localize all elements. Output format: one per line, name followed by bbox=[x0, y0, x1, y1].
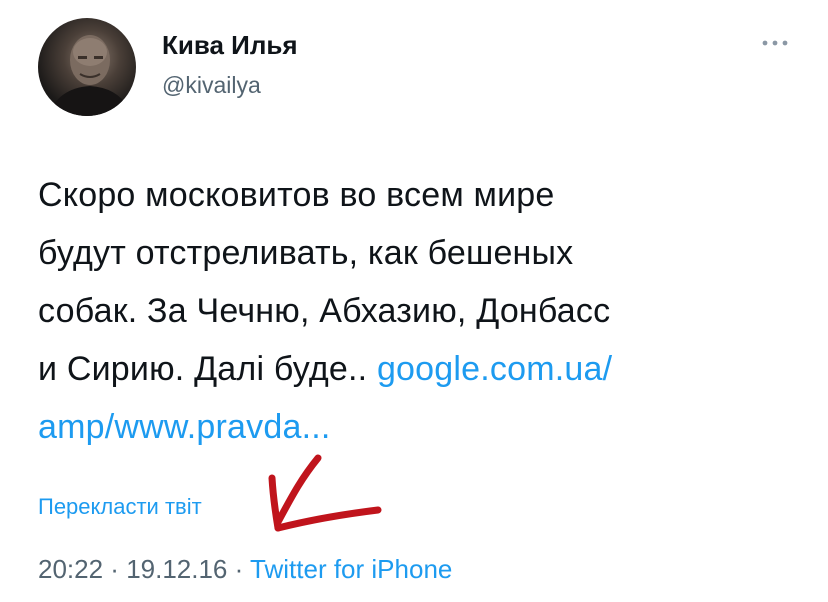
tweet-meta: 20:22 · 19.12.16 · Twitter for iPhone bbox=[38, 554, 452, 585]
tweet-line-text: и Сирию. Далі буде.. bbox=[38, 350, 377, 388]
tweet-date[interactable]: 19.12.16 bbox=[126, 554, 227, 584]
more-dots-icon[interactable] bbox=[760, 36, 790, 50]
author-handle[interactable]: @kivailya bbox=[162, 72, 261, 99]
tweet-link-continued[interactable]: amp/www.pravda... bbox=[38, 408, 331, 446]
avatar-photo bbox=[48, 35, 132, 116]
tweet-line: будут отстреливать, как бешеных bbox=[38, 234, 574, 272]
tweet-source[interactable]: Twitter for iPhone bbox=[250, 554, 452, 584]
tweet-line: amp/www.pravda... bbox=[38, 398, 798, 456]
tweet-line: и Сирию. Далі буде.. google.com.ua/ bbox=[38, 340, 798, 398]
avatar[interactable] bbox=[38, 18, 136, 116]
tweet-link[interactable]: google.com.ua/ bbox=[377, 350, 612, 388]
author-name[interactable]: Кива Илья bbox=[162, 30, 298, 61]
tweet-time[interactable]: 20:22 bbox=[38, 554, 103, 584]
translate-tweet-link[interactable]: Перекласти твіт bbox=[38, 494, 202, 520]
tweet-line: собак. За Чечню, Абхазию, Донбасс bbox=[38, 292, 611, 330]
meta-separator: · bbox=[227, 554, 251, 584]
tweet-text: Скоро московитов во всем мире будут отст… bbox=[38, 166, 798, 456]
tweet-line: Скоро московитов во всем мире bbox=[38, 176, 555, 214]
meta-separator: · bbox=[103, 554, 127, 584]
